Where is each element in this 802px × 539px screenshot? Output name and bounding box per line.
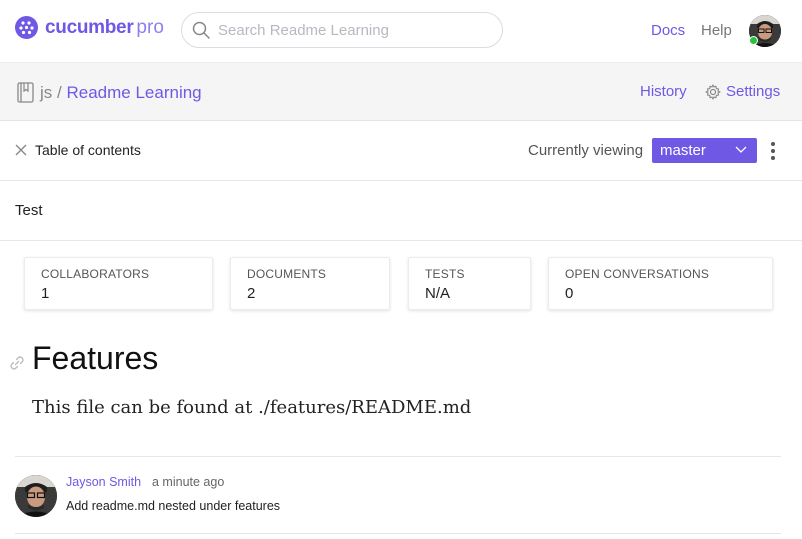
stat-value: N/A bbox=[425, 285, 451, 302]
search-icon bbox=[192, 21, 210, 39]
history-link[interactable]: History bbox=[640, 83, 687, 100]
breadcrumb-repo-name[interactable]: Readme Learning bbox=[66, 83, 201, 102]
latest-commit: Jayson Smith a minute ago Add readme.md … bbox=[15, 456, 781, 534]
chevron-down-icon bbox=[735, 146, 747, 153]
cucumber-logo[interactable]: cucumber pro bbox=[14, 15, 164, 40]
repository-description: Test bbox=[15, 202, 43, 219]
settings-link[interactable]: Settings bbox=[705, 83, 780, 100]
repository-header: js / Readme Learning History Settings bbox=[0, 62, 802, 121]
search-box[interactable] bbox=[181, 12, 503, 48]
stat-card-open-conversations: OPEN CONVERSATIONS 0 bbox=[548, 257, 773, 310]
top-navbar: cucumber pro Docs Help bbox=[0, 0, 802, 62]
close-icon[interactable] bbox=[15, 144, 27, 156]
page-title: Features bbox=[32, 340, 159, 376]
document-body-text: This file can be found at ./features/REA… bbox=[32, 397, 472, 418]
breadcrumb-separator: / bbox=[57, 83, 62, 102]
stat-card-documents: DOCUMENTS 2 bbox=[230, 257, 390, 310]
stat-value: 2 bbox=[247, 285, 256, 302]
stat-card-collaborators: COLLABORATORS 1 bbox=[24, 257, 213, 310]
stat-label: COLLABORATORS bbox=[41, 267, 150, 281]
stat-value: 1 bbox=[41, 285, 50, 302]
avatar[interactable] bbox=[15, 475, 57, 517]
toolbar-row: Table of contents Currently viewing mast… bbox=[0, 121, 802, 181]
branch-select-value: master bbox=[660, 142, 706, 159]
help-link[interactable]: Help bbox=[701, 22, 732, 39]
online-status-indicator bbox=[749, 36, 758, 45]
brand-suffix: pro bbox=[136, 16, 164, 38]
stat-label: OPEN CONVERSATIONS bbox=[565, 267, 710, 281]
brand-name: cucumber bbox=[45, 16, 134, 38]
table-of-contents-toggle[interactable]: Table of contents bbox=[35, 142, 141, 158]
currently-viewing-label: Currently viewing bbox=[528, 142, 644, 159]
breadcrumb: js / Readme Learning bbox=[40, 83, 202, 103]
more-options-icon[interactable] bbox=[769, 142, 777, 162]
branch-select[interactable]: master bbox=[652, 138, 757, 163]
commit-author-link[interactable]: Jayson Smith bbox=[66, 475, 141, 489]
link-anchor-icon[interactable] bbox=[9, 355, 25, 371]
settings-label: Settings bbox=[726, 83, 781, 100]
commit-timestamp: a minute ago bbox=[152, 475, 225, 489]
cucumber-logo-icon bbox=[15, 16, 38, 39]
repository-book-icon bbox=[17, 82, 34, 103]
breadcrumb-owner[interactable]: js bbox=[40, 83, 52, 102]
commit-message: Add readme.md nested under features bbox=[66, 499, 281, 513]
stat-value: 0 bbox=[565, 285, 574, 302]
gear-icon bbox=[705, 83, 721, 100]
docs-link[interactable]: Docs bbox=[651, 22, 685, 39]
stat-card-tests: TESTS N/A bbox=[408, 257, 531, 310]
repository-description-row: Test bbox=[0, 181, 802, 241]
stat-label: TESTS bbox=[425, 267, 465, 281]
stat-label: DOCUMENTS bbox=[247, 267, 327, 281]
search-input[interactable] bbox=[218, 21, 488, 39]
commit-author-avatar-image bbox=[15, 475, 57, 517]
